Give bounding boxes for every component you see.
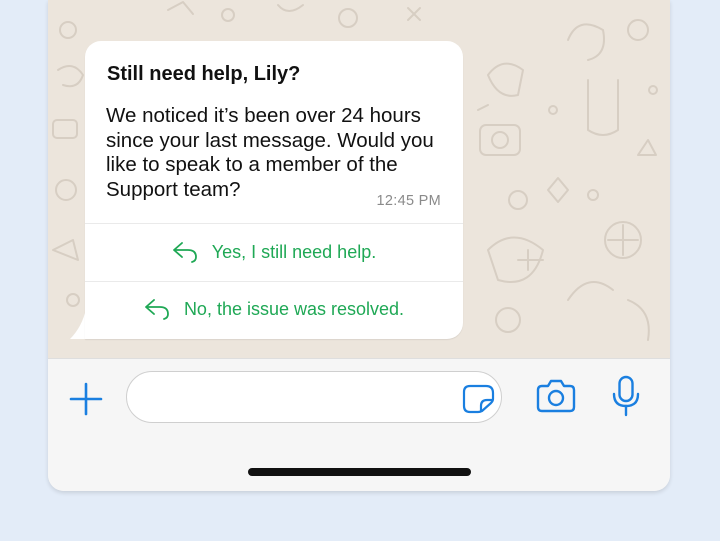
sticker-icon[interactable] — [462, 384, 496, 414]
camera-icon[interactable] — [536, 379, 576, 413]
quick-reply-no-label: No, the issue was resolved. — [183, 298, 405, 319]
message-composer — [48, 358, 670, 491]
message-bubble: Still need help, Lily? We noticed it’s b… — [85, 41, 463, 339]
message-timestamp: 12:45 PM — [376, 193, 441, 209]
home-indicator — [248, 468, 471, 476]
phone-screen: Still need help, Lily? We noticed it’s b… — [48, 0, 670, 491]
message-title: Still need help, Lily? — [107, 63, 301, 85]
quick-reply-yes-label: Yes, I still need help. — [211, 241, 377, 262]
chat-background: Still need help, Lily? We noticed it’s b… — [48, 0, 670, 358]
quick-reply-yes-button[interactable]: Yes, I still need help. — [85, 224, 463, 280]
quick-reply-no-button[interactable]: No, the issue was resolved. — [85, 281, 463, 337]
plus-icon[interactable] — [68, 381, 104, 417]
message-body: We noticed it’s been over 24 hours since… — [106, 104, 434, 201]
message-input[interactable] — [126, 371, 502, 423]
reply-arrow-icon — [145, 299, 169, 320]
microphone-icon[interactable] — [611, 375, 641, 417]
reply-arrow-icon — [172, 242, 197, 263]
